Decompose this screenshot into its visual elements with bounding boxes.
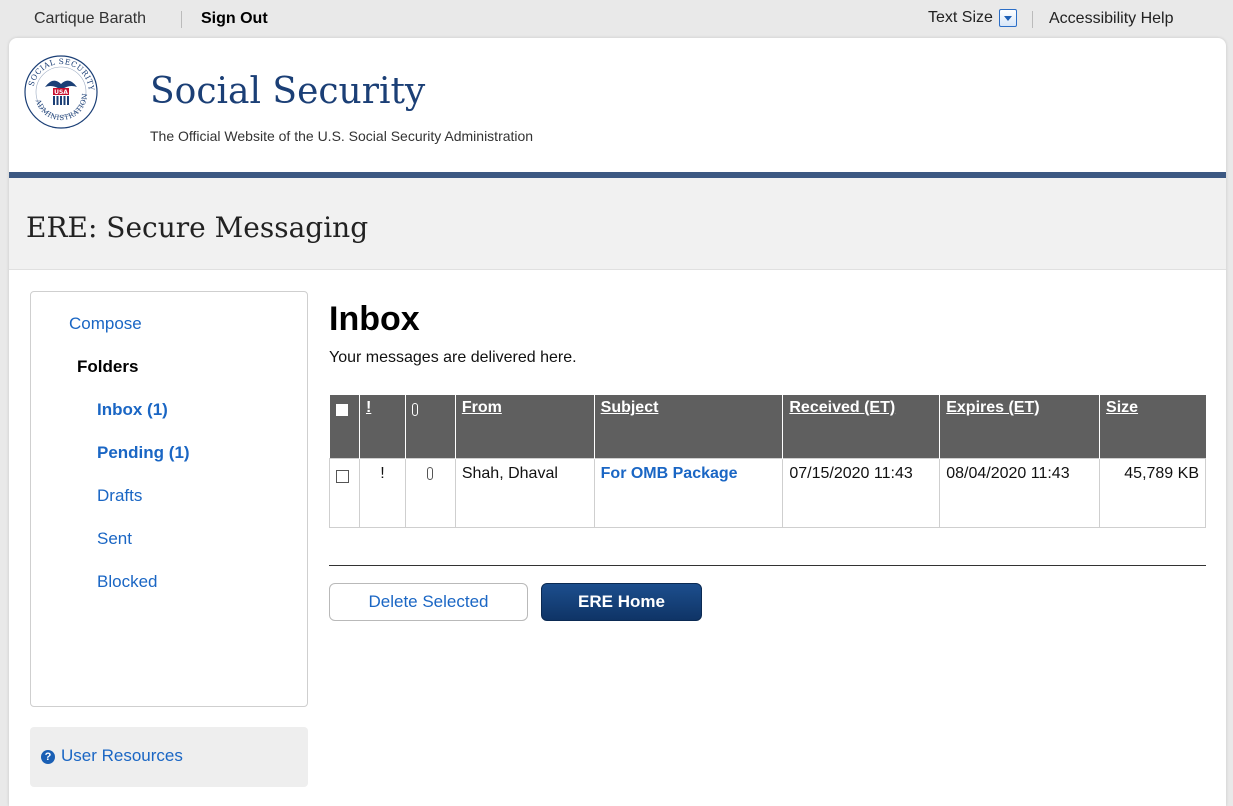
size-header-label[interactable]: Size	[1106, 399, 1138, 416]
row-subject-link[interactable]: For OMB Package	[601, 465, 738, 482]
select-all-header[interactable]	[329, 395, 360, 458]
user-name: Cartique Barath	[34, 10, 147, 27]
text-size-dropdown-icon[interactable]	[998, 9, 1017, 27]
inbox-heading: Inbox	[329, 300, 420, 338]
accessibility-help-link[interactable]: Accessibility Help	[1049, 10, 1173, 28]
row-from: Shah, Dhaval	[454, 457, 595, 528]
page-title: ERE: Secure Messaging	[26, 211, 369, 244]
subject-header[interactable]: Subject	[593, 395, 783, 458]
sidebar-item-drafts[interactable]: Drafts	[97, 486, 142, 506]
row-subject-cell[interactable]: For OMB Package	[593, 457, 784, 528]
text-size-label: Text Size	[928, 9, 993, 26]
user-resources-link[interactable]: User Resources	[61, 746, 183, 766]
divider	[1032, 11, 1033, 28]
user-resources-box[interactable]: ? User Resources	[30, 727, 308, 787]
from-header-label[interactable]: From	[462, 399, 502, 416]
expires-header-label[interactable]: Expires (ET)	[946, 399, 1039, 416]
row-received: 07/15/2020 11:43	[782, 457, 941, 528]
ere-home-button[interactable]: ERE Home	[541, 583, 702, 621]
text-size-control[interactable]: Text Size	[928, 9, 1017, 27]
received-header-label[interactable]: Received (ET)	[789, 399, 895, 416]
ssa-seal-logo[interactable]: SOCIAL SECURITY ADMINISTRATION USA	[23, 54, 99, 130]
site-tagline: The Official Website of the U.S. Social …	[150, 128, 534, 144]
compose-link[interactable]: Compose	[69, 314, 142, 334]
site-header: SOCIAL SECURITY ADMINISTRATION USA Socia…	[9, 38, 1226, 172]
sidebar-item-sent[interactable]: Sent	[97, 529, 132, 549]
row-expires: 08/04/2020 11:43	[939, 457, 1101, 528]
row-checkbox[interactable]	[336, 469, 349, 483]
row-select-cell[interactable]	[329, 457, 360, 528]
content-divider	[329, 565, 1206, 566]
sign-out-link[interactable]: Sign Out	[201, 10, 268, 28]
table-row: ! Shah, Dhaval For OMB Package 07/15/202…	[329, 457, 1206, 528]
sidebar-item-inbox[interactable]: Inbox (1)	[97, 400, 168, 420]
row-priority: !	[358, 457, 406, 528]
site-brand-title[interactable]: Social Security	[150, 71, 425, 112]
row-size: 45,789 KB	[1099, 457, 1206, 528]
expires-header[interactable]: Expires (ET)	[939, 395, 1100, 458]
folders-heading: Folders	[77, 357, 139, 376]
priority-header-label[interactable]: !	[366, 399, 371, 416]
row-attachment-cell	[404, 457, 456, 528]
attachment-header	[404, 395, 456, 458]
messages-table: ! From Subject Received (ET) Expires (ET…	[329, 395, 1206, 528]
attachment-clip-icon	[427, 466, 434, 480]
size-header[interactable]: Size	[1099, 395, 1206, 458]
seal-text-center: USA	[54, 89, 68, 96]
utility-bar: Cartique Barath Sign Out Text Size Acces…	[0, 0, 1233, 38]
help-question-icon: ?	[41, 750, 55, 764]
select-all-checkbox[interactable]	[335, 404, 348, 416]
priority-header[interactable]: !	[358, 395, 406, 458]
sidebar-item-pending[interactable]: Pending (1)	[97, 443, 190, 463]
subject-header-label[interactable]: Subject	[601, 399, 659, 416]
sidebar-nav: Compose Folders Inbox (1) Pending (1) Dr…	[30, 291, 308, 707]
attachment-clip-icon	[411, 403, 418, 416]
from-header[interactable]: From	[454, 395, 595, 458]
delete-selected-button[interactable]: Delete Selected	[329, 583, 528, 621]
received-header[interactable]: Received (ET)	[782, 395, 940, 458]
sidebar-item-blocked[interactable]: Blocked	[97, 572, 157, 592]
inbox-description: Your messages are delivered here.	[329, 349, 577, 366]
table-header-row: ! From Subject Received (ET) Expires (ET…	[329, 395, 1206, 458]
page-title-bar: ERE: Secure Messaging	[9, 178, 1226, 270]
divider	[181, 11, 182, 28]
